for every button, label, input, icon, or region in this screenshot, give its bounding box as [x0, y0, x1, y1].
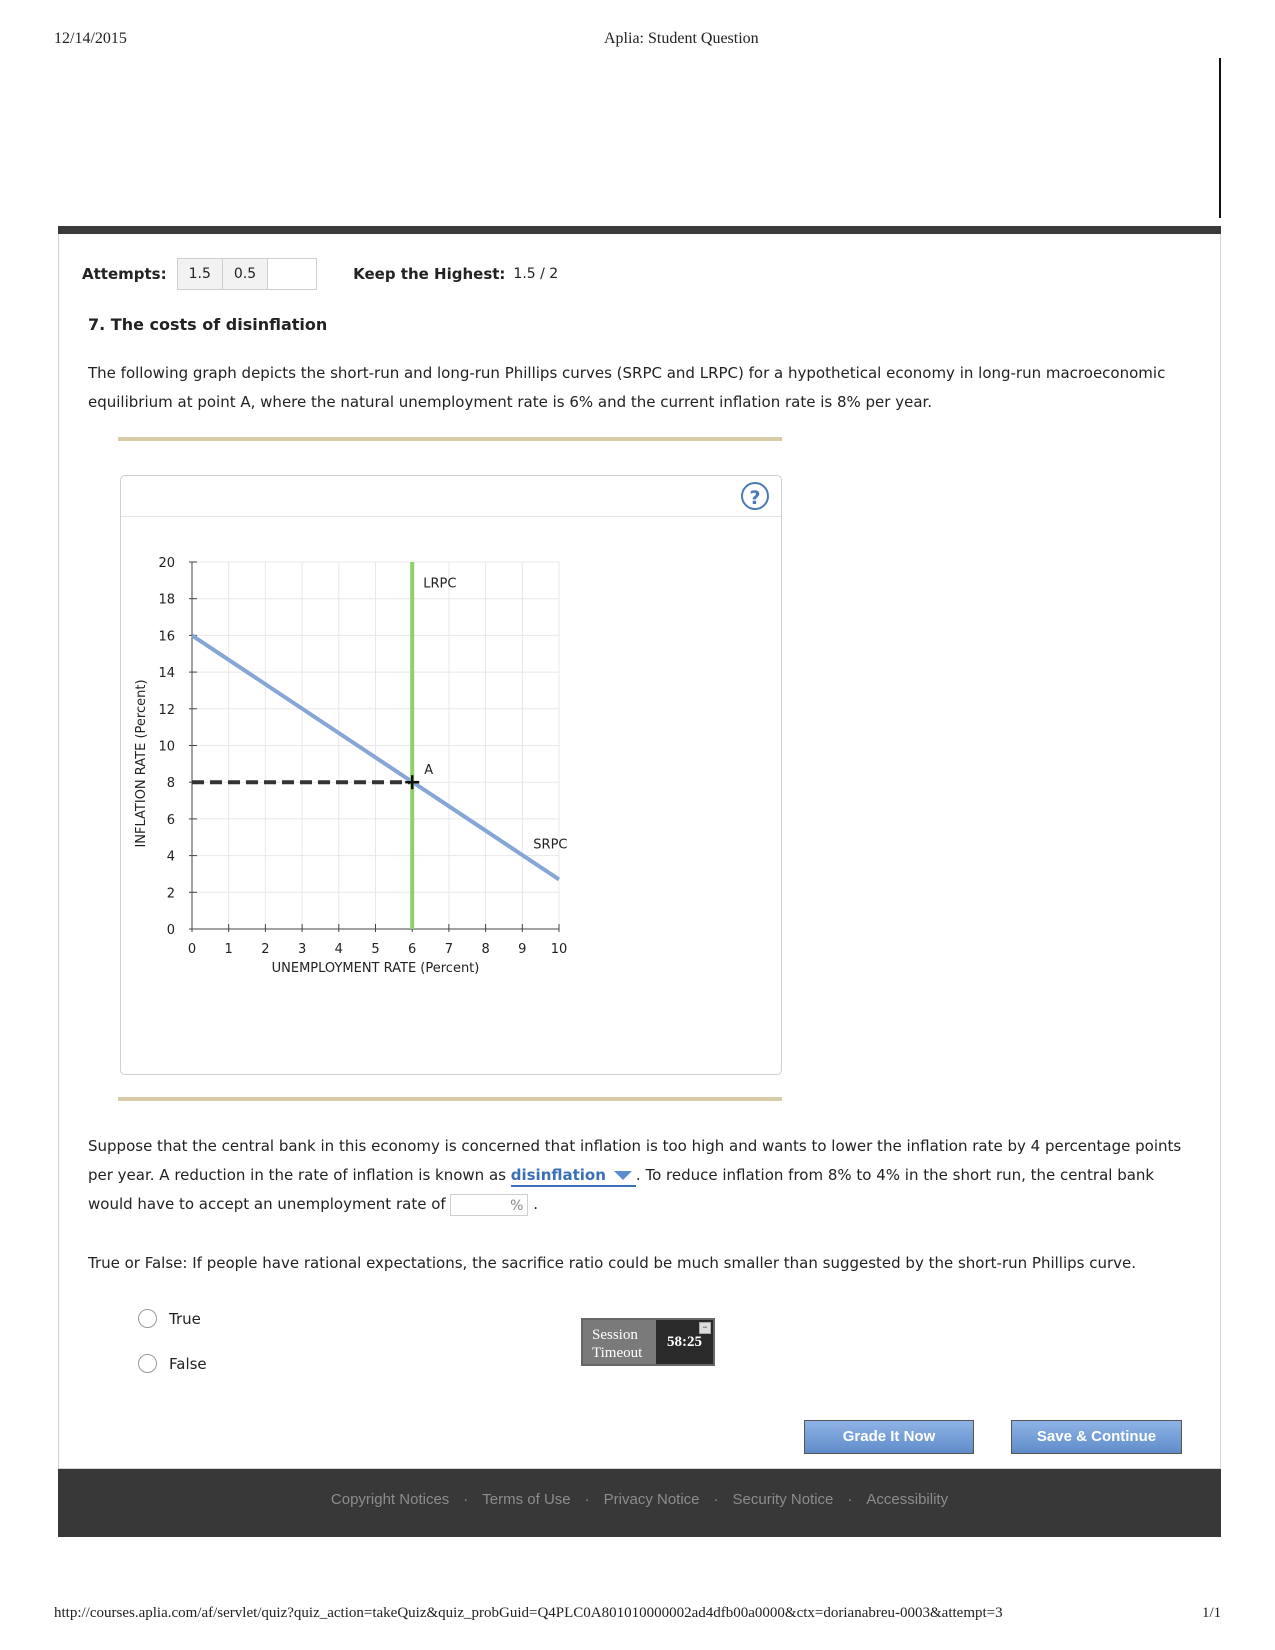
x-tick-label: 2 — [261, 942, 269, 957]
dropdown-value: disinflation — [510, 1166, 606, 1184]
footer-separator: · — [463, 1491, 469, 1508]
footer-link-copyright[interactable]: Copyright Notices — [331, 1491, 449, 1508]
y-tick-label: 18 — [158, 593, 175, 608]
x-tick-label: 4 — [335, 942, 343, 957]
graph-top-rule — [118, 437, 782, 441]
radio-false[interactable] — [138, 1354, 157, 1373]
graph-bottom-rule — [118, 1097, 782, 1101]
footer-link-security[interactable]: Security Notice — [733, 1491, 834, 1508]
footer-link-accessibility[interactable]: Accessibility — [866, 1491, 948, 1508]
question-title: 7. The costs of disinflation — [88, 315, 328, 334]
attempt-score-3 — [268, 258, 318, 290]
session-timeout-widget: Session Timeout 58:25 − — [581, 1318, 715, 1366]
print-url: http://courses.aplia.com/af/servlet/quiz… — [54, 1605, 1003, 1621]
x-tick-label: 1 — [225, 942, 233, 957]
attempts-label: Attempts: — [82, 265, 167, 283]
lrpc-label: LRPC — [423, 577, 456, 592]
grade-it-now-button[interactable]: Grade It Now — [804, 1420, 974, 1454]
x-tick-label: 6 — [408, 942, 416, 957]
question-intro: The following graph depicts the short-ru… — [88, 364, 1166, 411]
answer-dropdown[interactable]: disinflation — [510, 1165, 636, 1187]
chevron-down-icon — [613, 1171, 632, 1180]
question-part2: Suppose that the central bank in this ec… — [88, 1132, 1188, 1219]
session-timeout-label: Session Timeout — [583, 1320, 656, 1364]
option-true-label: True — [169, 1309, 201, 1328]
attempt-score-2: 0.5 — [222, 258, 269, 290]
y-tick-label: 6 — [167, 813, 175, 828]
y-tick-label: 8 — [167, 776, 175, 791]
part2-end: . — [533, 1195, 538, 1213]
y-tick-label: 2 — [167, 886, 175, 901]
footer-link-terms[interactable]: Terms of Use — [482, 1491, 570, 1508]
print-page-number: 1/1 — [1202, 1605, 1222, 1621]
x-tick-label: 9 — [518, 942, 526, 957]
option-false-label: False — [169, 1354, 207, 1373]
keep-highest-value: 1.5 / 2 — [513, 266, 559, 282]
x-axis-title: UNEMPLOYMENT RATE (Percent) — [272, 961, 480, 976]
print-date: 12/14/2015 — [54, 30, 127, 47]
option-false[interactable]: False — [138, 1354, 207, 1373]
footer-link-privacy[interactable]: Privacy Notice — [604, 1491, 700, 1508]
footer-separator: · — [847, 1491, 853, 1508]
option-true[interactable]: True — [138, 1309, 201, 1328]
x-tick-label: 3 — [298, 942, 306, 957]
session-time: 58:25 — [667, 1334, 702, 1350]
save-and-continue-button[interactable]: Save & Continue — [1011, 1420, 1182, 1454]
session-timer: 58:25 − — [656, 1320, 713, 1364]
x-tick-label: 8 — [481, 942, 489, 957]
vertical-divider — [1219, 58, 1221, 218]
footer: Copyright Notices · Terms of Use · Privacy N… — [58, 1469, 1221, 1537]
y-tick-label: 20 — [158, 556, 175, 571]
x-tick-label: 7 — [445, 942, 453, 957]
session-label-line2: Timeout — [592, 1345, 643, 1361]
srpc-label: SRPC — [533, 837, 567, 852]
point-a-label: A — [424, 763, 433, 778]
y-tick-label: 16 — [158, 629, 175, 644]
x-tick-label: 10 — [551, 942, 568, 957]
true-false-question: True or False: If people have rational e… — [88, 1254, 1137, 1272]
x-tick-label: 5 — [371, 942, 379, 957]
graph-panel: ? 0 2 4 6 8 10 12 14 16 18 20 0 1 2 3 4 5 6 7 8 9 10 LRPC SRPC… — [120, 475, 782, 1075]
keep-highest-label: Keep the Highest: — [353, 265, 506, 283]
unemployment-rate-input[interactable]: % — [450, 1193, 529, 1216]
y-tick-label: 14 — [158, 666, 175, 681]
attempts-bar: Attempts: 1.5 0.5 Keep the Highest: 1.5 … — [82, 258, 558, 290]
y-tick-label: 12 — [158, 703, 175, 718]
y-tick-label: 4 — [167, 850, 175, 865]
print-page-title: Aplia: Student Question — [604, 30, 759, 47]
x-tick-label: 0 — [188, 942, 196, 957]
session-label-line1: Session — [592, 1327, 638, 1343]
y-axis-title: INFLATION RATE (Percent) — [134, 679, 149, 847]
y-tick-label: 10 — [158, 740, 175, 755]
y-tick-label: 0 — [167, 923, 175, 938]
footer-separator: · — [584, 1491, 590, 1508]
minimize-icon[interactable]: − — [699, 1322, 711, 1334]
phillips-curve-chart: 024681012141618200 1 2 3 4 5 6 7 8 9 10 LRPCSRPCA … — [134, 556, 568, 976]
radio-true[interactable] — [138, 1309, 157, 1328]
attempt-score-1: 1.5 — [176, 258, 223, 290]
footer-separator: · — [713, 1491, 719, 1508]
